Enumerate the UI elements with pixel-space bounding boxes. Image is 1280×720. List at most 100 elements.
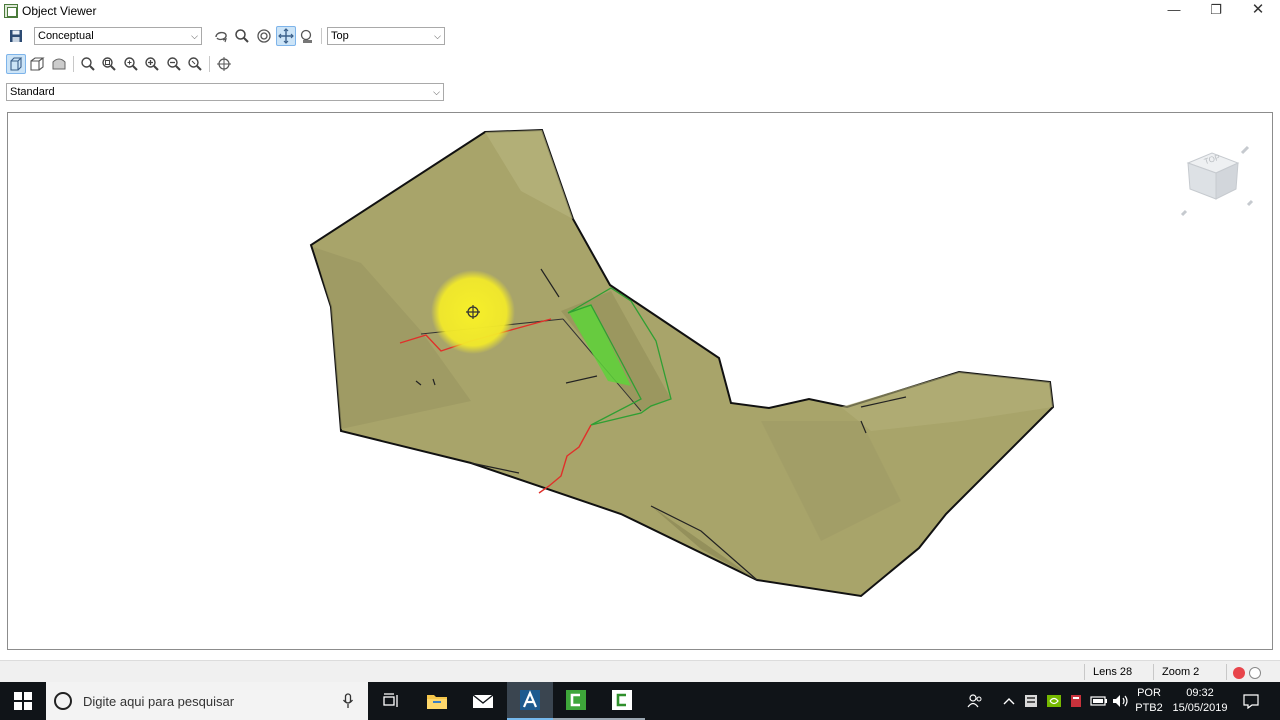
chevron-down-icon: ⌵ [191, 31, 198, 41]
file-explorer-button[interactable] [414, 682, 460, 720]
toolbar-row-2 [0, 50, 448, 78]
zoom-minus-icon [167, 57, 181, 71]
zoom-window-button[interactable] [99, 54, 119, 74]
mail-button[interactable] [460, 682, 506, 720]
microphone-icon[interactable] [342, 693, 354, 709]
camtasia-taskbar-button-1[interactable] [553, 682, 599, 720]
cortana-icon [54, 692, 72, 710]
zoom-all-button[interactable] [121, 54, 141, 74]
close-button[interactable]: ✕ [1236, 0, 1280, 22]
camera-icon [300, 29, 312, 43]
battery-button[interactable] [1088, 682, 1110, 720]
chevron-up-icon [1003, 698, 1015, 705]
toolbar-row-1: Conceptual ⌵ Top ⌵ [0, 22, 448, 50]
toolbar-separator [209, 56, 210, 72]
pan-button[interactable] [276, 26, 296, 46]
folder-icon [427, 695, 447, 709]
lens-status: Lens 28 [1093, 666, 1133, 678]
pan-icon [278, 28, 294, 44]
camera-button[interactable] [297, 26, 317, 46]
autocad-icon [520, 690, 540, 710]
status-divider [1226, 664, 1227, 680]
stop-indicator[interactable] [1249, 667, 1261, 679]
taskbar: Digite aqui para pesquisar POR PTB2 09:3… [0, 682, 1280, 720]
input-language-button[interactable]: POR PTB2 [1133, 686, 1165, 716]
battery-icon [1090, 696, 1107, 706]
toolbar-separator [321, 28, 322, 44]
status-bar: Lens 28 Zoom 2 [0, 660, 1280, 682]
target-icon [217, 57, 231, 71]
volume-icon [1113, 695, 1128, 707]
zoom-status: Zoom 2 [1162, 666, 1200, 678]
view-value: Top [331, 30, 349, 42]
nvidia-button[interactable] [1044, 682, 1064, 720]
show-hidden-icons-button[interactable] [998, 682, 1020, 720]
keyboard-layout: PTB2 [1135, 702, 1163, 714]
nvidia-icon [1047, 695, 1061, 707]
save-icon [10, 30, 22, 42]
perspective-icon [10, 57, 23, 71]
record-indicator[interactable] [1233, 667, 1245, 679]
start-button[interactable] [0, 682, 46, 720]
taskbar-search[interactable]: Digite aqui para pesquisar [46, 682, 368, 720]
status-divider [1153, 664, 1154, 680]
orbit-button[interactable] [211, 26, 231, 46]
action-center-button[interactable] [1236, 682, 1266, 720]
chevron-down-icon: ⌵ [434, 31, 441, 41]
camtasia-taskbar-button-2[interactable] [599, 682, 645, 720]
terrain-model[interactable] [8, 113, 1273, 650]
zoom-previous-button[interactable] [185, 54, 205, 74]
zoom-plus-button[interactable] [142, 54, 162, 74]
zoom-previous-icon [188, 57, 202, 71]
window-title: Object Viewer [22, 4, 97, 18]
clock[interactable]: 09:32 15/05/2019 [1168, 686, 1232, 716]
chevron-down-icon: ⌵ [433, 87, 440, 97]
zoom-button[interactable] [232, 26, 252, 46]
camtasia-icon [566, 690, 586, 710]
zoom-in-icon [81, 57, 95, 71]
viewcube[interactable]: TOP [1176, 143, 1256, 223]
zoom-extents-icon [257, 29, 271, 43]
people-button[interactable] [962, 682, 988, 720]
shaded-button[interactable] [49, 54, 69, 74]
mail-icon [472, 694, 494, 708]
target-button[interactable] [214, 54, 234, 74]
toolbar-separator [73, 56, 74, 72]
parallel-icon [30, 57, 45, 71]
shaded-icon [52, 58, 66, 70]
3d-viewport[interactable]: TOP [7, 112, 1273, 650]
zoom-window-icon [102, 57, 116, 71]
minimize-button[interactable]: — [1152, 0, 1196, 22]
view-dropdown[interactable]: Top ⌵ [327, 27, 445, 45]
restore-button[interactable]: ❐ [1194, 0, 1238, 22]
volume-button[interactable] [1110, 682, 1132, 720]
status-divider [1084, 664, 1085, 680]
language-code: POR [1137, 687, 1161, 699]
zoom-icon [235, 29, 249, 43]
named-view-dropdown[interactable]: Standard ⌵ [6, 83, 444, 101]
parallel-button[interactable] [27, 54, 47, 74]
zoom-minus-button[interactable] [164, 54, 184, 74]
people-icon [967, 694, 982, 708]
zoom-in-button[interactable] [78, 54, 98, 74]
tray-app-button[interactable] [1066, 682, 1086, 720]
orbit-icon [215, 31, 227, 43]
title-bar: Object Viewer — ❐ ✕ [0, 0, 1280, 22]
named-view-value: Standard [10, 86, 55, 98]
zoom-all-icon [124, 57, 138, 71]
perspective-button[interactable] [6, 54, 26, 74]
tray-app-button[interactable] [1021, 682, 1041, 720]
clock-time: 09:32 [1186, 687, 1214, 699]
windows-logo-icon [14, 692, 32, 710]
visual-style-dropdown[interactable]: Conceptual ⌵ [34, 27, 202, 45]
tray-red-icon [1071, 695, 1081, 707]
save-button[interactable] [6, 26, 26, 46]
tray-app-icon [1025, 695, 1037, 707]
task-view-button[interactable] [368, 682, 414, 720]
notification-icon [1243, 694, 1259, 709]
zoom-extents-button[interactable] [254, 26, 274, 46]
zoom-plus-icon [145, 57, 159, 71]
visual-style-value: Conceptual [38, 30, 94, 42]
autocad-taskbar-button[interactable] [507, 682, 553, 720]
camtasia-recorder-icon [612, 690, 632, 710]
